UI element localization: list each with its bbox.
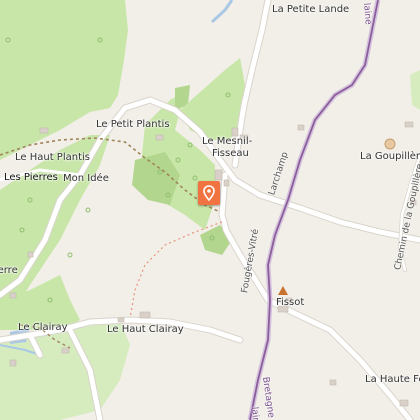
- poi-icon: [384, 138, 396, 150]
- place-le-haut-plantis: Le Haut Plantis: [15, 152, 90, 163]
- place-pierre: Pierre: [0, 265, 18, 276]
- place-le-mesnil: Le Mesnil-: [202, 136, 253, 147]
- peak-icon: [278, 286, 288, 295]
- forest-north-east: [180, 58, 245, 140]
- forest-right-edge: [410, 70, 420, 110]
- place-mon-idee: Mon Idée: [63, 173, 109, 184]
- place-la-petite-lande: La Petite Lande: [272, 4, 350, 15]
- map-base-layer: [0, 0, 420, 420]
- place-les-pierres: Les Pierres: [4, 172, 58, 183]
- place-le-clairay: Le Clairay: [18, 322, 68, 333]
- place-fissot: Fissot: [276, 297, 305, 308]
- place-la-goupillere: La Goupillère: [360, 151, 420, 162]
- place-le-petit-plantis: Le Petit Plantis: [96, 119, 170, 130]
- stream: [210, 0, 234, 24]
- map-canvas[interactable]: La Petite Lande Le Petit Plantis Le Mesn…: [0, 0, 420, 420]
- boundary-label-laine-top: laine: [361, 2, 373, 26]
- location-pin-icon: [203, 185, 215, 201]
- place-la-haute-fo: La Haute Fo: [365, 374, 420, 385]
- place-le-haut-clairay: Le Haut Clairay: [107, 324, 184, 335]
- boundary-label-laine-bottom: laine: [249, 406, 261, 420]
- location-marker[interactable]: [198, 181, 220, 205]
- place-fisseau: Fisseau: [212, 148, 249, 159]
